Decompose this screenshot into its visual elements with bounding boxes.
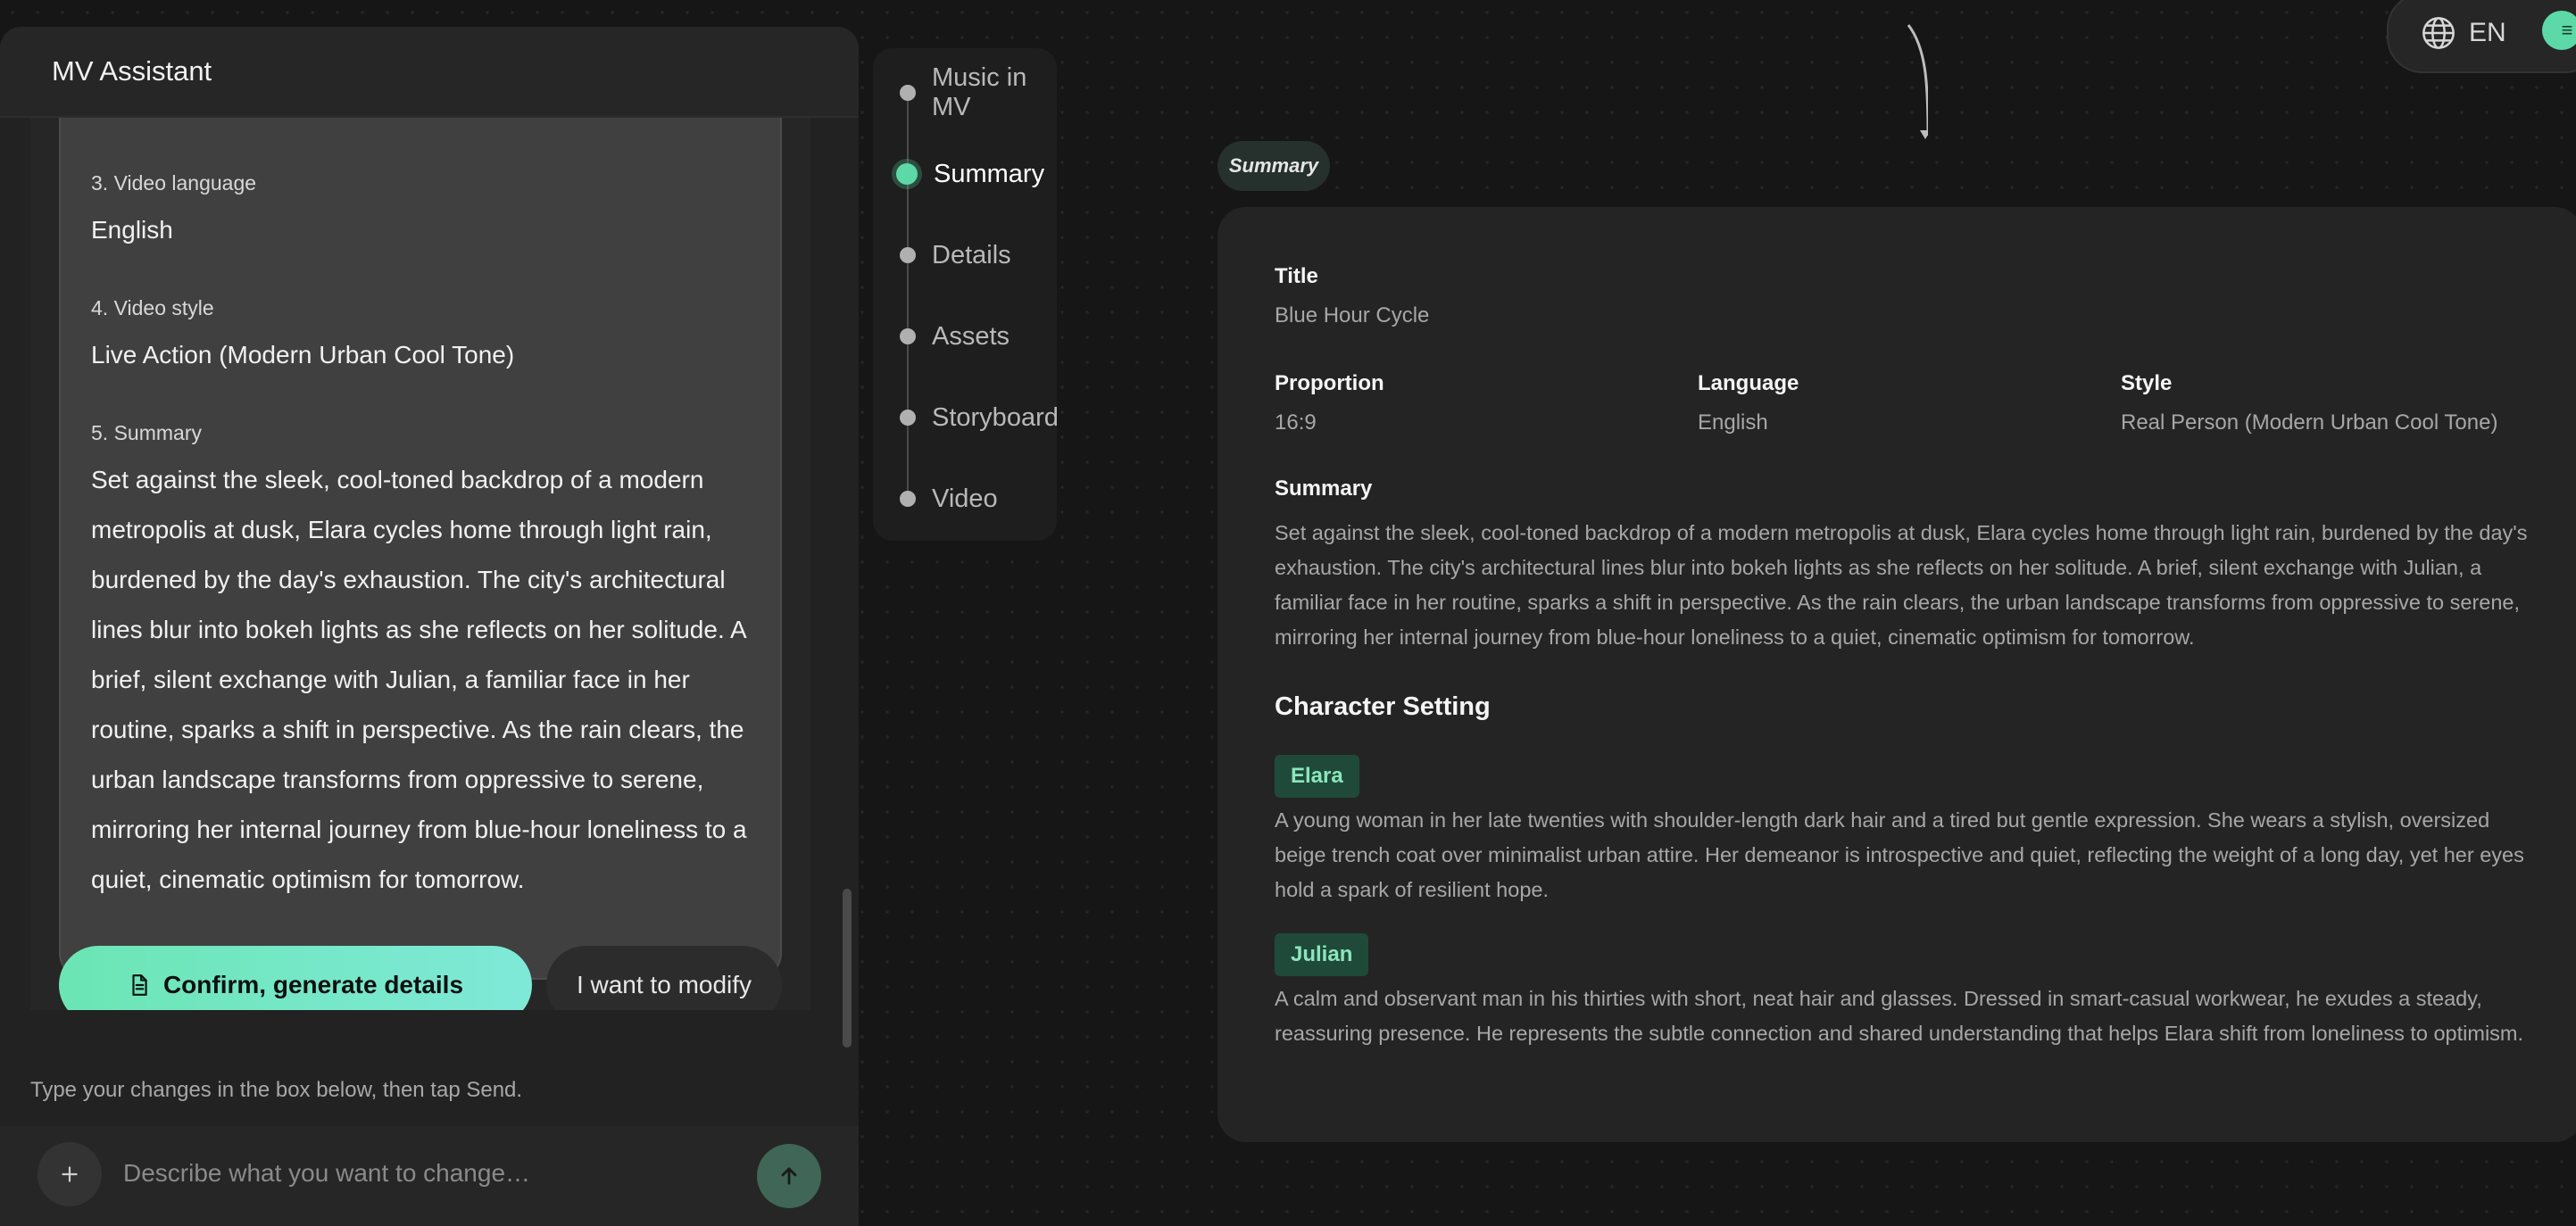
step-label: Details (932, 240, 1011, 269)
summary-body: Set against the sleek, cool-toned backdr… (1275, 521, 2528, 649)
step-nav: Music in MV Summary Details Assets Story… (873, 48, 1059, 541)
character-badge-julian: Julian (1275, 933, 1369, 976)
title-label: Title (1275, 264, 1318, 288)
step-dot (900, 85, 916, 101)
proportion-value: 16:9 (1275, 410, 1317, 435)
globe-icon (2422, 17, 2455, 49)
step-label: Assets (932, 321, 1010, 351)
avatar-logo-icon: ≡ (2561, 19, 2573, 41)
step-connector-line (907, 91, 909, 498)
document-icon (132, 974, 147, 996)
step-video[interactable]: Video (898, 481, 998, 517)
step-label: Video (932, 484, 998, 513)
style-label: Style (2121, 371, 2173, 395)
language-value: English (1698, 410, 1768, 435)
video-language-value: English (91, 216, 173, 244)
summary-node-card[interactable]: Title Blue Hour Cycle Proportion 16:9 La… (1217, 207, 2576, 1142)
character-description-julian: A calm and observant man in his thirties… (1275, 987, 2524, 1045)
modify-button[interactable]: I want to modify (546, 946, 782, 1010)
step-summary[interactable]: Summary (894, 156, 1044, 192)
video-style-label: 4. Video style (91, 296, 214, 319)
node-connector-arrow (1907, 24, 1928, 139)
assistant-title: MV Assistant (0, 27, 859, 118)
chat-area: 3. Video language English 4. Video style… (0, 118, 859, 1010)
step-dot (900, 247, 916, 263)
change-input[interactable] (121, 1142, 728, 1205)
step-label: Storyboard (932, 402, 1059, 432)
step-storyboard[interactable]: Storyboard (898, 400, 1059, 435)
confirm-generate-details-button[interactable]: Confirm, generate details (59, 946, 532, 1010)
summary-node-tag: Summary (1217, 141, 1330, 191)
assistant-panel: MV Assistant 3. Video language English 4… (0, 27, 859, 1226)
character-badge-elara: Elara (1275, 755, 1359, 798)
confirm-button-label: Confirm, generate details (162, 971, 464, 998)
video-style-value: Live Action (Modern Urban Cool Tone) (91, 341, 515, 369)
plus-icon (62, 1166, 78, 1182)
language-label: EN (2469, 18, 2506, 47)
modify-hint: Type your changes in the box below, then… (30, 1078, 523, 1102)
step-music-in-mv[interactable]: Music in MV (898, 63, 1057, 121)
input-bar (0, 1126, 859, 1226)
style-value: Real Person (Modern Urban Cool Tone) (2121, 410, 2498, 435)
language-label: Language (1698, 371, 1799, 395)
title-value: Blue Hour Cycle (1275, 303, 1430, 327)
step-dot (900, 410, 916, 426)
summary-text: Set against the sleek, cool-toned backdr… (91, 466, 747, 893)
proportion-label: Proportion (1275, 371, 1384, 395)
add-attachment-button[interactable] (37, 1142, 102, 1206)
step-details[interactable]: Details (898, 237, 1011, 273)
arrow-up-icon (781, 1167, 797, 1185)
step-dot (900, 491, 916, 507)
send-button[interactable] (757, 1144, 821, 1208)
video-language-label: 3. Video language (91, 171, 257, 195)
step-label: Music in MV (932, 63, 1027, 121)
details-card: 3. Video language English 4. Video style… (59, 118, 782, 980)
character-setting-heading: Character Setting (1275, 692, 1491, 721)
step-assets[interactable]: Assets (898, 319, 1010, 354)
step-dot (900, 328, 916, 344)
user-avatar[interactable]: ≡ (2542, 11, 2576, 50)
step-label: Summary (934, 159, 1045, 188)
summary-heading: Summary (1275, 476, 1373, 501)
app-page: MV Assistant 3. Video language English 4… (0, 0, 2576, 1226)
step-dot-active (896, 163, 918, 185)
summary-label: 5. Summary (91, 421, 202, 444)
chat-scrollbar[interactable] (843, 889, 852, 1048)
character-description-elara: A young woman in her late twenties with … (1275, 808, 2524, 901)
